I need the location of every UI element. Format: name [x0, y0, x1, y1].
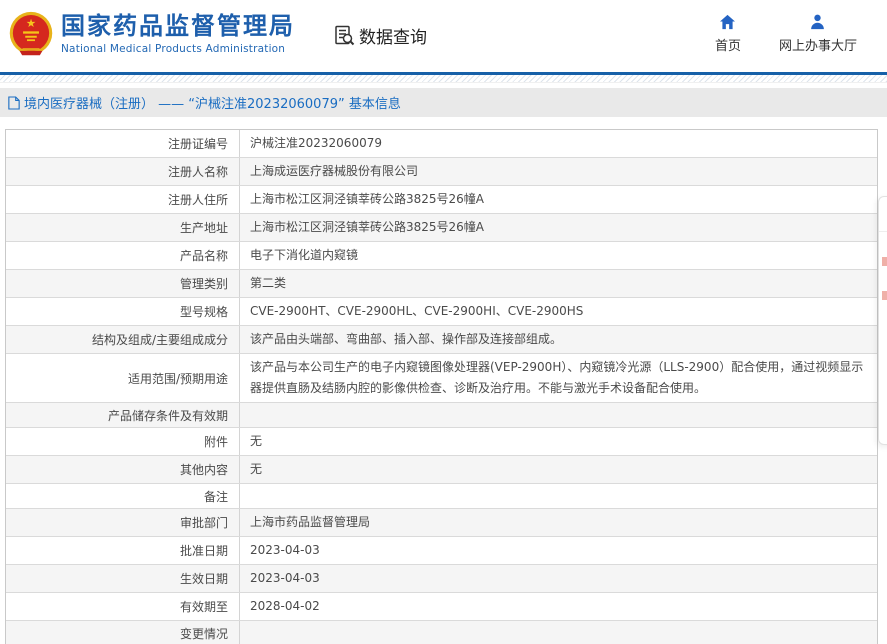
field-value — [240, 621, 877, 644]
field-label: 适用范围/预期用途 — [6, 354, 240, 402]
table-row: 结构及组成/主要组成成分 该产品由头端部、弯曲部、插入部、操作部及连接部组成。 — [6, 325, 877, 353]
field-value: 第二类 — [240, 270, 877, 297]
field-value: 无 — [240, 428, 877, 455]
side-peek-divider — [879, 231, 887, 232]
table-row: 适用范围/预期用途 该产品与本公司生产的电子内窥镜图像处理器(VEP-2900H… — [6, 353, 877, 402]
nav-service-hall-label: 网上办事大厅 — [779, 35, 857, 54]
side-peek-red-text-fragment — [882, 257, 887, 266]
table-row: 批准日期 2023-04-03 — [6, 536, 877, 564]
field-label: 生效日期 — [6, 565, 240, 592]
side-peek-red-text-fragment — [882, 291, 887, 300]
registration-info-table: 注册证编号 沪械注准20232060079 注册人名称 上海成运医疗器械股份有限… — [5, 129, 878, 644]
header: ★ 国家药品监督管理局 National Medical Products Ad… — [0, 0, 887, 72]
field-value: 沪械注准20232060079 — [240, 130, 877, 157]
field-value: 该产品与本公司生产的电子内窥镜图像处理器(VEP-2900H）、内窥镜冷光源（L… — [240, 354, 877, 402]
field-label: 注册人住所 — [6, 186, 240, 213]
field-label: 注册证编号 — [6, 130, 240, 157]
field-label: 注册人名称 — [6, 158, 240, 185]
table-row: 生产地址 上海市松江区洞泾镇莘砖公路3825号26幢A — [6, 213, 877, 241]
field-value: 上海成运医疗器械股份有限公司 — [240, 158, 877, 185]
document-search-icon — [333, 24, 356, 47]
nav-data-query-label: 数据查询 — [359, 23, 427, 48]
field-label: 变更情况 — [6, 621, 240, 644]
field-label: 型号规格 — [6, 298, 240, 325]
field-value — [240, 484, 877, 508]
field-value: 电子下消化道内窥镜 — [240, 242, 877, 269]
table-row: 注册人名称 上海成运医疗器械股份有限公司 — [6, 157, 877, 185]
field-value: 2023-04-03 — [240, 537, 877, 564]
field-value: 2023-04-03 — [240, 565, 877, 592]
field-label: 批准日期 — [6, 537, 240, 564]
field-value: 上海市松江区洞泾镇莘砖公路3825号26幢A — [240, 214, 877, 241]
field-label: 审批部门 — [6, 509, 240, 536]
field-label: 其他内容 — [6, 456, 240, 483]
field-label: 备注 — [6, 484, 240, 508]
table-row: 产品储存条件及有效期 — [6, 402, 877, 427]
national-emblem-logo: ★ — [8, 10, 54, 58]
breadcrumb: 境内医疗器械（注册） —— “沪械注准20232060079” 基本信息 — [0, 88, 887, 117]
field-label: 结构及组成/主要组成成分 — [6, 326, 240, 353]
table-row: 管理类别 第二类 — [6, 269, 877, 297]
table-row: 附件 无 — [6, 427, 877, 455]
field-label: 产品名称 — [6, 242, 240, 269]
field-value: CVE-2900HT、CVE-2900HL、CVE-2900HI、CVE-290… — [240, 298, 877, 325]
field-value: 上海市松江区洞泾镇莘砖公路3825号26幢A — [240, 186, 877, 213]
hatch-pattern-band — [0, 75, 887, 83]
page-icon — [8, 96, 20, 110]
table-row: 备注 — [6, 483, 877, 508]
table-row: 变更情况 — [6, 620, 877, 644]
field-value — [240, 403, 877, 427]
table-row: 产品名称 电子下消化道内窥镜 — [6, 241, 877, 269]
svg-text:★: ★ — [26, 16, 36, 30]
field-value: 上海市药品监督管理局 — [240, 509, 877, 536]
field-label: 有效期至 — [6, 593, 240, 620]
site-subtitle: National Medical Products Administration — [61, 43, 295, 55]
person-icon — [808, 13, 827, 31]
table-row: 注册证编号 沪械注准20232060079 — [6, 130, 877, 157]
field-label: 管理类别 — [6, 270, 240, 297]
table-row: 有效期至 2028-04-02 — [6, 592, 877, 620]
nav-data-query[interactable]: 数据查询 — [333, 23, 427, 48]
table-row: 其他内容 无 — [6, 455, 877, 483]
nav-service-hall[interactable]: 网上办事大厅 — [779, 13, 857, 54]
field-value: 该产品由头端部、弯曲部、插入部、操作部及连接部组成。 — [240, 326, 877, 353]
side-peek-panel[interactable] — [878, 196, 887, 445]
field-value: 2028-04-02 — [240, 593, 877, 620]
field-label: 生产地址 — [6, 214, 240, 241]
brand-block: 国家药品监督管理局 National Medical Products Admi… — [61, 11, 295, 55]
field-label: 产品储存条件及有效期 — [6, 403, 240, 427]
breadcrumb-text: 境内医疗器械（注册） —— “沪械注准20232060079” 基本信息 — [24, 93, 401, 112]
table-row: 生效日期 2023-04-03 — [6, 564, 877, 592]
field-value: 无 — [240, 456, 877, 483]
table-row: 注册人住所 上海市松江区洞泾镇莘砖公路3825号26幢A — [6, 185, 877, 213]
top-nav: 首页 网上办事大厅 — [715, 13, 857, 54]
nav-home-label: 首页 — [715, 35, 741, 54]
table-row: 审批部门 上海市药品监督管理局 — [6, 508, 877, 536]
nav-home[interactable]: 首页 — [715, 13, 741, 54]
site-title: 国家药品监督管理局 — [61, 11, 295, 41]
field-label: 附件 — [6, 428, 240, 455]
home-icon — [718, 13, 737, 31]
table-row: 型号规格 CVE-2900HT、CVE-2900HL、CVE-2900HI、CV… — [6, 297, 877, 325]
